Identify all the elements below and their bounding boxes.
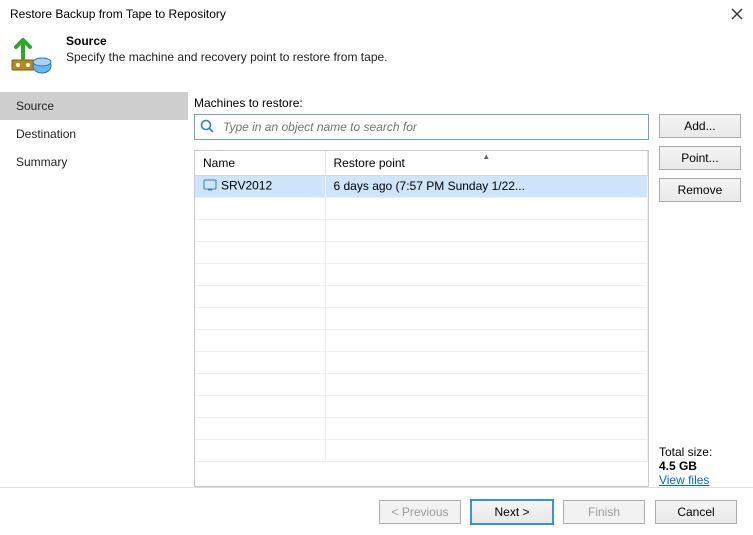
finish-button: Finish (563, 500, 645, 524)
remove-button[interactable]: Remove (659, 178, 741, 202)
total-size-label: Total size: (659, 445, 741, 459)
table-row[interactable] (195, 263, 647, 285)
body: Source Destination Summary Machines to r… (0, 92, 753, 487)
total-size-value: 4.5 GB (659, 459, 741, 473)
machines-label: Machines to restore: (194, 96, 741, 110)
nav-item-destination[interactable]: Destination (0, 120, 188, 148)
table-row[interactable] (195, 439, 647, 461)
totals: Total size: 4.5 GB View files (659, 445, 741, 487)
nav-item-summary[interactable]: Summary (0, 148, 188, 176)
close-icon[interactable] (729, 6, 745, 22)
col-name[interactable]: Name (195, 151, 325, 175)
nav-item-source[interactable]: Source (0, 92, 188, 120)
wizard-nav: Source Destination Summary (0, 92, 188, 487)
search-input[interactable] (221, 116, 644, 138)
wizard-window: Restore Backup from Tape to Repository S… (0, 0, 753, 535)
main-panel: Machines to restore: (188, 92, 753, 487)
header-text: Source Specify the machine and recovery … (66, 34, 388, 64)
table-row[interactable] (195, 395, 647, 417)
search-box[interactable] (194, 114, 649, 140)
table-row[interactable] (195, 285, 647, 307)
table-row[interactable] (195, 417, 647, 439)
sort-asc-icon: ▲ (482, 152, 490, 161)
col-restore-point[interactable]: Restore point▲ (325, 151, 647, 175)
action-buttons: Add... Point... Remove Total size: 4.5 G… (659, 114, 741, 487)
table-row[interactable] (195, 197, 647, 219)
machines-table: Name Restore point▲ SRV20126 days ago (7… (194, 150, 649, 487)
previous-button: < Previous (379, 500, 461, 524)
cancel-button[interactable]: Cancel (655, 500, 737, 524)
search-icon (199, 118, 215, 137)
table-row[interactable] (195, 241, 647, 263)
view-files-link[interactable]: View files (659, 473, 709, 487)
cell-restore-point: 6 days ago (7:57 PM Sunday 1/22... (325, 175, 647, 197)
table-row[interactable] (195, 351, 647, 373)
wizard-footer: < Previous Next > Finish Cancel (0, 487, 753, 535)
vm-icon (203, 178, 217, 195)
point-button[interactable]: Point... (659, 146, 741, 170)
table-row[interactable]: SRV20126 days ago (7:57 PM Sunday 1/22..… (195, 175, 647, 197)
page-title: Source (66, 34, 388, 48)
table-row[interactable] (195, 329, 647, 351)
next-button[interactable]: Next > (471, 500, 553, 524)
tape-restore-icon (10, 34, 54, 78)
table-row[interactable] (195, 219, 647, 241)
window-title: Restore Backup from Tape to Repository (10, 7, 226, 21)
page-subtitle: Specify the machine and recovery point t… (66, 50, 388, 64)
titlebar: Restore Backup from Tape to Repository (0, 0, 753, 28)
add-button[interactable]: Add... (659, 114, 741, 138)
table-row[interactable] (195, 307, 647, 329)
header: Source Specify the machine and recovery … (0, 28, 753, 92)
cell-name: SRV2012 (195, 175, 325, 197)
table-row[interactable] (195, 373, 647, 395)
